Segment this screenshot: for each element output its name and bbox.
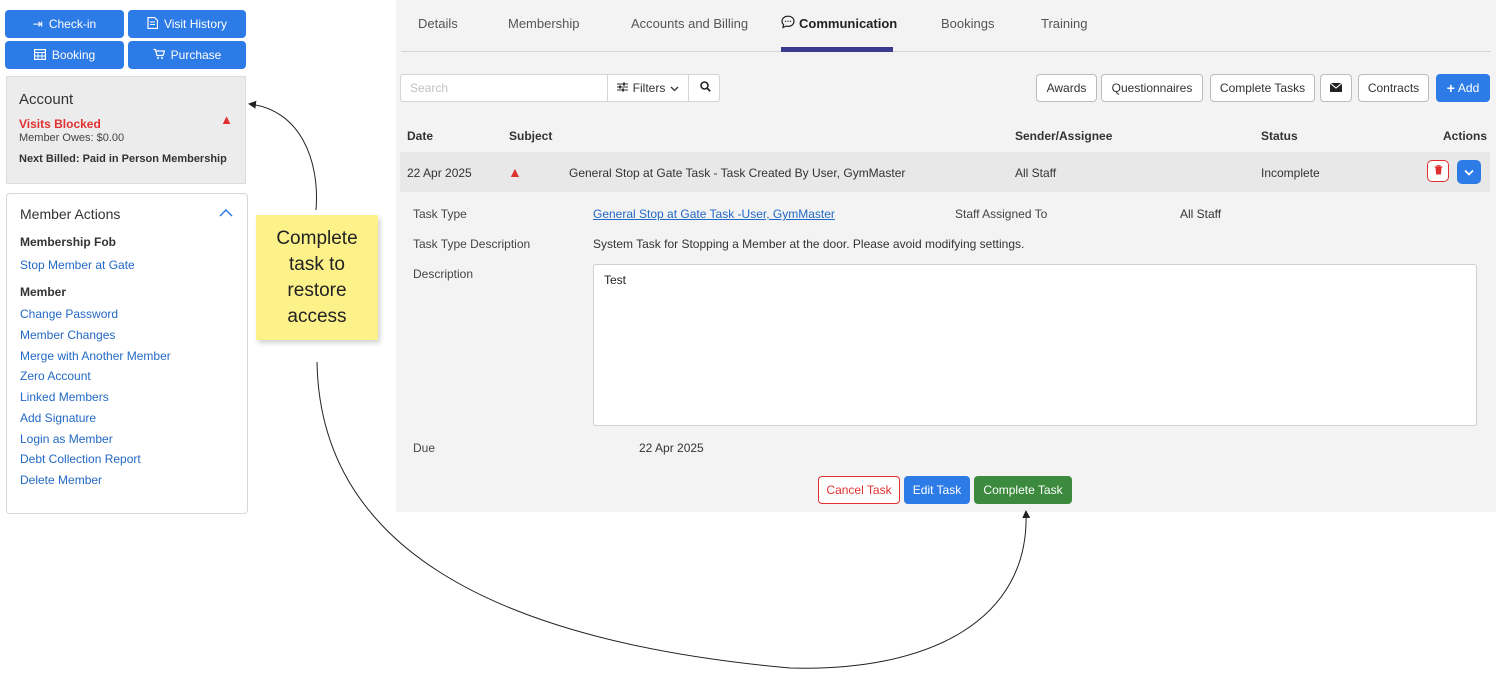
- task-type-description-label: Task Type Description: [413, 237, 531, 251]
- email-button[interactable]: [1320, 74, 1352, 102]
- search-button[interactable]: [690, 75, 721, 101]
- booking-button[interactable]: Booking: [5, 41, 124, 69]
- tab-details[interactable]: Details: [418, 16, 458, 31]
- action-change-password[interactable]: Change Password: [20, 307, 118, 321]
- description-field[interactable]: Test: [593, 264, 1477, 426]
- active-tab-indicator: [781, 47, 893, 52]
- sticky-note: Complete task to restore access: [256, 215, 378, 340]
- staff-assigned-label: Staff Assigned To: [955, 207, 1048, 221]
- next-billed: Next Billed: Paid in Person Membership: [19, 153, 227, 165]
- action-stop-member-at-gate[interactable]: Stop Member at Gate: [20, 258, 135, 272]
- member-owes: Member Owes: $0.00: [19, 132, 125, 144]
- row-date: 22 Apr 2025: [407, 166, 472, 180]
- awards-button[interactable]: Awards: [1036, 74, 1097, 102]
- purchase-label: Purchase: [170, 48, 222, 62]
- sliders-icon: [616, 81, 628, 95]
- task-type-link[interactable]: General Stop at Gate Task -User, GymMast…: [593, 207, 835, 221]
- action-merge-member[interactable]: Merge with Another Member: [20, 349, 171, 363]
- row-subject: General Stop at Gate Task - Task Created…: [569, 166, 906, 180]
- envelope-icon: [1329, 81, 1343, 95]
- col-header-date: Date: [407, 129, 434, 143]
- tab-communication-label: Communication: [799, 16, 898, 31]
- contracts-button[interactable]: Contracts: [1358, 74, 1429, 102]
- plus-icon: +: [1446, 80, 1455, 96]
- search-bar: Filters: [400, 74, 720, 102]
- visit-history-label: Visit History: [163, 17, 228, 31]
- chevron-up-icon[interactable]: [219, 204, 233, 220]
- description-label: Description: [413, 267, 474, 281]
- add-button[interactable]: + Add: [1436, 74, 1490, 102]
- row-status: Incomplete: [1261, 166, 1320, 180]
- arrow-to-account: [248, 100, 317, 211]
- action-delete-member[interactable]: Delete Member: [20, 473, 102, 487]
- action-login-as-member[interactable]: Login as Member: [20, 432, 113, 446]
- due-label: Due: [413, 441, 436, 455]
- action-debt-collection-report[interactable]: Debt Collection Report: [20, 452, 141, 466]
- filters-button[interactable]: Filters: [607, 75, 689, 101]
- account-panel: Account Visits Blocked ▲ Member Owes: $0…: [6, 76, 246, 184]
- search-icon: [700, 81, 711, 95]
- booking-label: Booking: [51, 48, 96, 62]
- speech-bubble-icon: [781, 15, 795, 32]
- visit-history-button[interactable]: Visit History: [128, 10, 246, 38]
- task-type-description-value: System Task for Stopping a Member at the…: [593, 237, 1025, 251]
- due-value: 22 Apr 2025: [639, 441, 704, 455]
- visits-blocked-status: Visits Blocked: [19, 117, 101, 131]
- member-actions-title: Member Actions: [20, 206, 121, 222]
- staff-assigned-value: All Staff: [1180, 207, 1222, 221]
- action-member-changes[interactable]: Member Changes: [20, 328, 115, 342]
- expand-button[interactable]: [1457, 160, 1481, 184]
- row-sender: All Staff: [1015, 166, 1057, 180]
- chevron-down-icon: [670, 81, 679, 95]
- search-input[interactable]: [401, 75, 606, 101]
- task-type-label: Task Type: [413, 207, 467, 221]
- col-header-sender: Sender/Assignee: [1015, 129, 1113, 143]
- questionnaires-button[interactable]: Questionnaires: [1101, 74, 1203, 102]
- calendar-icon: [33, 48, 46, 63]
- col-header-status: Status: [1261, 129, 1298, 143]
- action-zero-account[interactable]: Zero Account: [20, 369, 91, 383]
- complete-tasks-button[interactable]: Complete Tasks: [1210, 74, 1315, 102]
- add-label: Add: [1457, 81, 1480, 95]
- action-linked-members[interactable]: Linked Members: [20, 390, 109, 404]
- tab-communication[interactable]: Communication: [781, 15, 897, 32]
- cancel-task-button[interactable]: Cancel Task: [818, 476, 900, 504]
- delete-button[interactable]: [1427, 160, 1449, 182]
- member-detail-panel: Details Membership Accounts and Billing …: [396, 0, 1496, 512]
- chevron-down-icon: [1464, 165, 1474, 179]
- table-row[interactable]: 22 Apr 2025 ▲ General Stop at Gate Task …: [400, 152, 1490, 192]
- checkin-button[interactable]: ⇥ Check-in: [5, 10, 124, 38]
- tab-training[interactable]: Training: [1041, 16, 1087, 31]
- cart-icon: [153, 48, 165, 63]
- description-text: Test: [604, 273, 627, 287]
- edit-task-button[interactable]: Edit Task: [904, 476, 970, 504]
- col-header-actions: Actions: [1443, 129, 1488, 143]
- sticky-note-text: Complete task to restore access: [276, 227, 358, 327]
- purchase-button[interactable]: Purchase: [128, 41, 246, 69]
- section-heading-membership-fob: Membership Fob: [20, 235, 117, 249]
- filters-label: Filters: [632, 81, 666, 95]
- tab-bar: Details Membership Accounts and Billing …: [401, 0, 1491, 52]
- checkin-icon: ⇥: [32, 17, 43, 31]
- tab-bookings[interactable]: Bookings: [941, 16, 994, 31]
- warning-icon: ▲: [508, 164, 522, 180]
- action-add-signature[interactable]: Add Signature: [20, 411, 96, 425]
- document-icon: [147, 16, 159, 32]
- checkin-label: Check-in: [48, 17, 97, 31]
- account-title: Account: [19, 91, 74, 108]
- tab-accounts-billing[interactable]: Accounts and Billing: [631, 16, 748, 31]
- tab-membership[interactable]: Membership: [508, 16, 580, 31]
- col-header-subject: Subject: [509, 129, 553, 143]
- trash-icon: [1434, 164, 1443, 178]
- section-heading-member: Member: [20, 285, 67, 299]
- complete-task-button[interactable]: Complete Task: [974, 476, 1072, 504]
- member-actions-panel: Member Actions Membership Fob Stop Membe…: [6, 193, 248, 514]
- warning-icon: ▲: [220, 112, 233, 127]
